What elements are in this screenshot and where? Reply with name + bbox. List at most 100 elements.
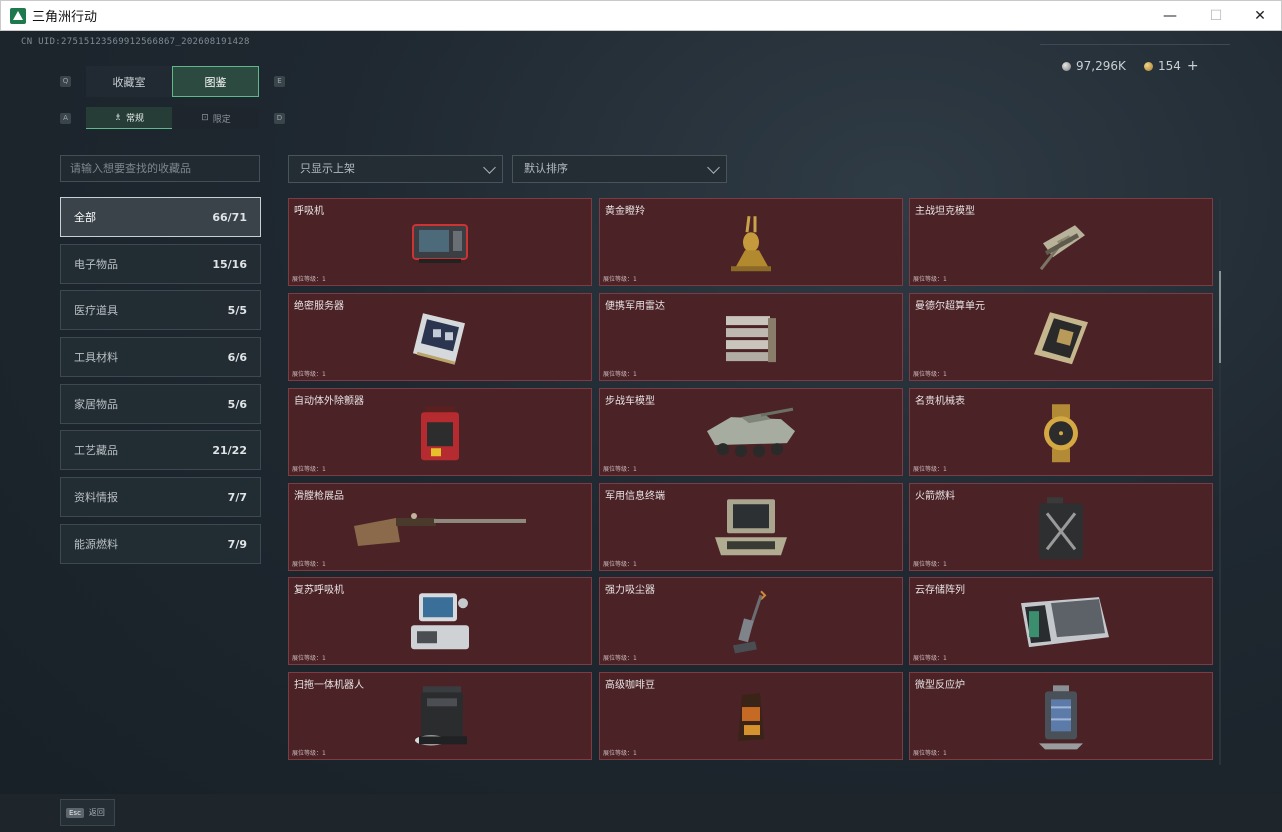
item-level: 展位等级：1 [913,655,947,662]
item-name: 黄金瞪羚 [605,206,645,217]
scrollbar-thumb[interactable] [1219,271,1221,363]
add-currency-button[interactable]: + [1187,58,1199,74]
item-card[interactable]: 自动体外除颤器 展位等级：1 [288,388,592,476]
item-name: 绝密服务器 [294,301,344,312]
terminal-icon [715,499,787,556]
item-name: 云存储阵列 [915,585,965,596]
window-title: 三角洲行动 [32,10,98,25]
shelf-filter-dropdown[interactable]: 只显示上架 [288,155,503,183]
item-card[interactable]: 高级咖啡豆 展位等级：1 [599,672,903,760]
category-label: 家居物品 [74,398,118,411]
gold-currency[interactable]: 154 + [1144,58,1199,74]
key-hint-a: A [60,113,71,124]
sort-dropdown[interactable]: 默认排序 [512,155,727,183]
item-level: 展位等级：1 [913,466,947,473]
tab-collection-room[interactable]: 收藏室 [86,66,172,97]
category-household[interactable]: 家居物品 5/6 [60,384,261,424]
item-level: 展位等级：1 [603,371,637,378]
item-name: 便携军用雷达 [605,301,665,312]
item-card[interactable]: 黄金瞪羚 展位等级：1 [599,198,903,286]
category-label: 工艺藏品 [74,444,118,457]
item-card[interactable]: 强力吸尘器 展位等级：1 [599,577,903,665]
key-hint-d: D [274,113,285,124]
reactor-icon [1039,685,1083,750]
item-card[interactable]: 步战车模型 展位等级：1 [599,388,903,476]
ifv-model-icon [707,407,795,458]
category-count: 5/5 [227,303,247,317]
item-card[interactable]: 滑膛枪展品 展位等级：1 [288,483,592,571]
category-intel[interactable]: 资料情报 7/7 [60,477,261,517]
item-card[interactable]: 火箭燃料 展位等级：1 [909,483,1213,571]
silver-coin-icon [1062,61,1071,71]
item-card[interactable]: 主战坦克模型 展位等级：1 [909,198,1213,286]
limited-icon: ⊡ [201,113,209,123]
subtab-regular[interactable]: ♗ 常规 [86,107,172,129]
category-electronics[interactable]: 电子物品 15/16 [60,244,261,284]
item-level: 展位等级：1 [603,466,637,473]
item-card[interactable]: 扫拖一体机器人 展位等级：1 [288,672,592,760]
uid-label: CN UID:27515123569912566867_202608191428 [21,37,250,47]
subtab-limited-label: 限定 [212,114,231,125]
item-card[interactable]: 绝密服务器 展位等级：1 [288,293,592,381]
app-logo-icon [10,7,26,24]
regular-icon: ♗ [113,112,123,123]
robot-vacuum-icon [415,686,467,746]
vacuum-icon [733,590,767,654]
category-all[interactable]: 全部 66/71 [60,197,261,237]
category-count: 15/16 [212,257,247,271]
category-tools[interactable]: 工具材料 6/6 [60,337,261,377]
sort-label: 默认排序 [524,162,568,175]
item-level: 展位等级：1 [913,561,947,568]
category-count: 7/9 [227,537,247,551]
item-card[interactable]: 名贵机械表 展位等级：1 [909,388,1213,476]
subtab-limited[interactable]: ⊡ 限定 [173,107,259,129]
item-level: 展位等级：1 [913,371,947,378]
compute-unit-icon [1034,312,1088,365]
item-card[interactable]: 微型反应炉 展位等级：1 [909,672,1213,760]
item-level: 展位等级：1 [292,655,326,662]
category-label: 电子物品 [74,258,118,271]
category-energy[interactable]: 能源燃料 7/9 [60,524,261,564]
category-count: 6/6 [227,350,247,364]
game-viewport: CN UID:27515123569912566867_202608191428… [0,31,1282,832]
item-name: 曼德尔超算单元 [915,301,985,312]
category-crafts[interactable]: 工艺藏品 21/22 [60,430,261,470]
tank-model-icon [1039,225,1085,271]
minimize-button[interactable]: — [1147,1,1193,31]
gold-coin-icon [1144,61,1153,71]
tab-catalog[interactable]: 图鉴 [172,66,259,97]
category-label: 工具材料 [74,351,118,364]
back-button[interactable]: Esc 返回 [60,799,115,826]
bottom-bar [0,794,1282,832]
ventilator-icon [412,223,468,263]
category-label: 医疗道具 [74,304,118,317]
item-card[interactable]: 曼德尔超算单元 展位等级：1 [909,293,1213,381]
category-medical[interactable]: 医疗道具 5/5 [60,290,261,330]
coffee-bag-icon [738,693,764,742]
item-card[interactable]: 便携军用雷达 展位等级：1 [599,293,903,381]
search-input[interactable]: 请输入想要查找的收藏品 [60,155,260,182]
category-count: 66/71 [212,210,247,224]
close-button[interactable]: ✕ [1237,1,1282,31]
item-card[interactable]: 呼吸机 展位等级：1 [288,198,592,286]
item-name: 滑膛枪展品 [294,491,344,502]
back-label: 返回 [88,808,105,817]
radar-icon [726,316,776,363]
item-card[interactable]: 军用信息终端 展位等级：1 [599,483,903,571]
item-name: 高级咖啡豆 [605,680,655,691]
resus-ventilator-icon [411,593,469,650]
maximize-button[interactable]: ☐ [1193,1,1239,31]
item-card[interactable]: 复苏呼吸机 展位等级：1 [288,577,592,665]
musket-icon [354,512,526,546]
item-level: 展位等级：1 [603,655,637,662]
item-level: 展位等级：1 [292,561,326,568]
item-level: 展位等级：1 [292,371,326,378]
storage-array-icon [1021,597,1109,648]
category-count: 7/7 [227,490,247,504]
defibrillator-icon [421,406,459,461]
item-card[interactable]: 云存储阵列 展位等级：1 [909,577,1213,665]
item-name: 强力吸尘器 [605,585,655,596]
server-icon [413,313,465,365]
item-name: 步战车模型 [605,396,655,407]
item-level: 展位等级：1 [292,750,326,757]
